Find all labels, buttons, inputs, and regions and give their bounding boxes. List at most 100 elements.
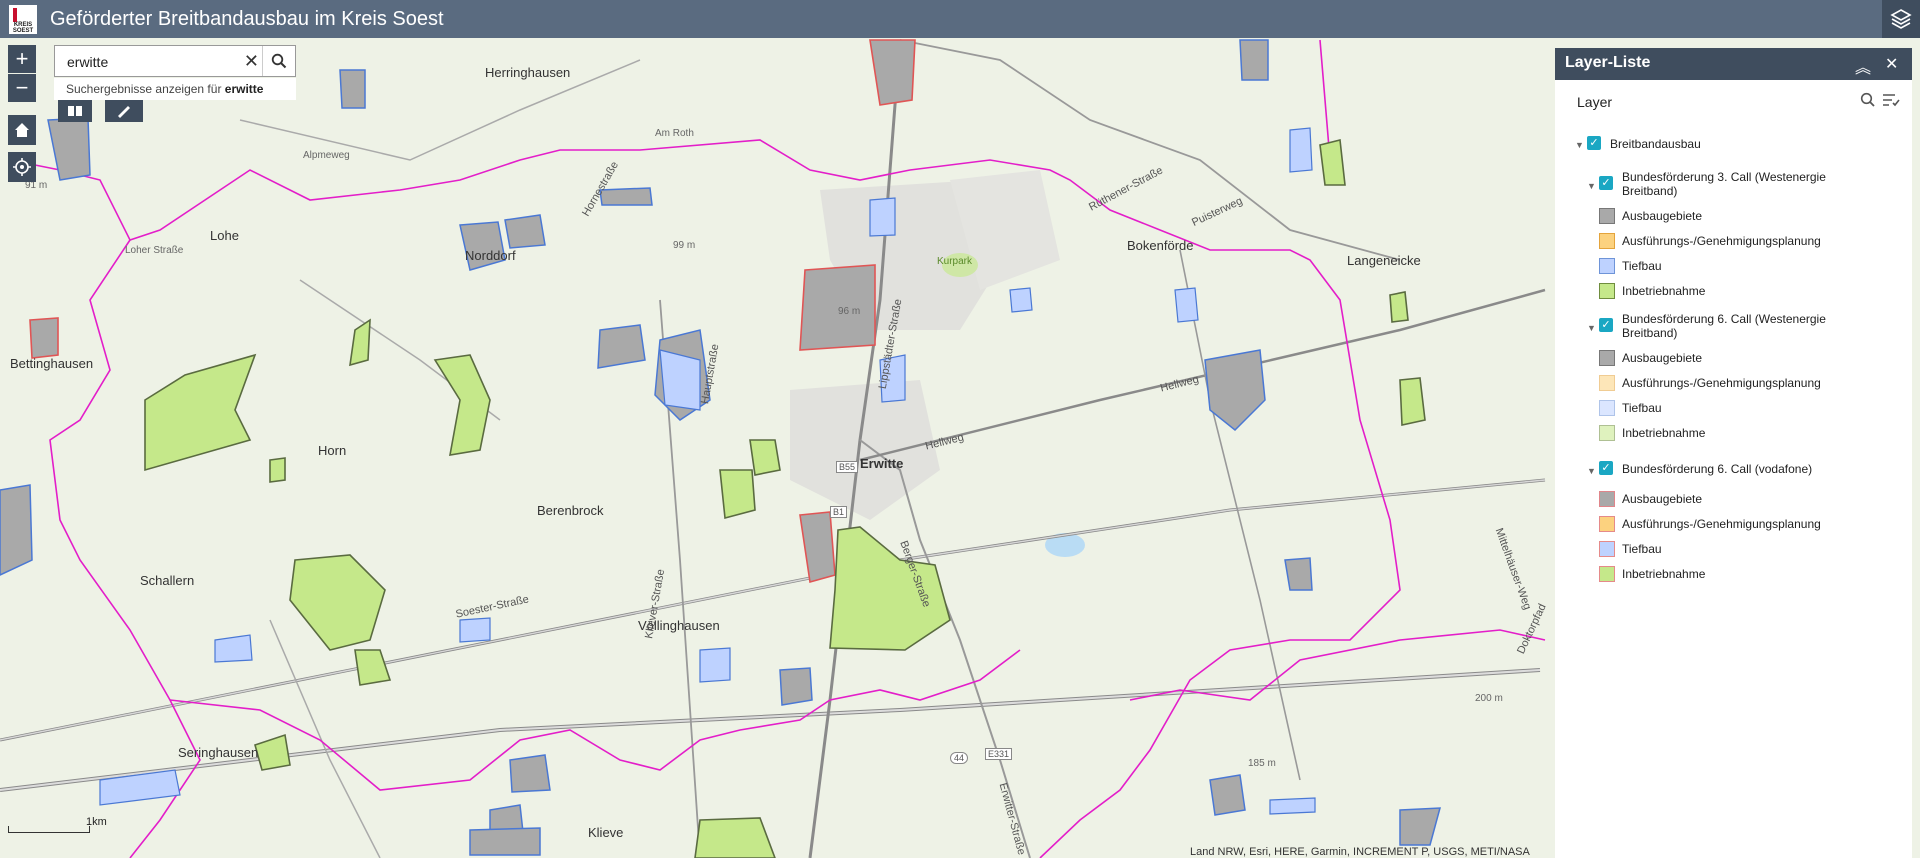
legend-swatch xyxy=(1599,516,1615,532)
locate-button[interactable] xyxy=(8,152,36,182)
legend-label: Ausbaugebiete xyxy=(1622,209,1703,223)
scale-label: 1km xyxy=(86,816,107,828)
search-layers-icon[interactable] xyxy=(1860,92,1876,113)
label-elev-99: 99 m xyxy=(673,240,696,251)
group-1-checkbox[interactable]: ✓ xyxy=(1599,176,1613,190)
search-icon xyxy=(271,53,287,69)
app-title: Geförderter Breitbandausbau im Kreis Soe… xyxy=(50,8,444,30)
label-horn: Horn xyxy=(318,443,347,458)
search-button[interactable] xyxy=(262,46,295,76)
legend-swatch xyxy=(1599,400,1615,416)
legend-label: Tiefbau xyxy=(1622,259,1662,273)
legend-label: Tiefbau xyxy=(1622,542,1662,556)
panel-header: Layer-Liste ︽ ✕ xyxy=(1555,48,1912,80)
label-langeneicke: Langeneicke xyxy=(1347,253,1421,268)
plus-icon: + xyxy=(15,46,29,71)
layers-icon xyxy=(1890,9,1912,29)
root-checkbox[interactable]: ✓ xyxy=(1587,136,1601,150)
home-icon xyxy=(15,123,29,137)
label-b55: B55 xyxy=(836,461,859,473)
legend-swatch xyxy=(1599,375,1615,391)
group-2-label-line1: Bundesförderung 6. Call (Westenergie xyxy=(1622,312,1826,326)
group-2-checkbox[interactable]: ✓ xyxy=(1599,318,1613,332)
layer-subtitle: Layer xyxy=(1577,94,1613,110)
kreis-soest-logo: KREIS SOEST xyxy=(9,5,37,34)
legend-swatch xyxy=(1599,491,1615,507)
legend-label: Inbetriebnahme xyxy=(1622,284,1706,298)
legend-swatch xyxy=(1599,350,1615,366)
label-schallern: Schallern xyxy=(140,573,195,588)
label-erwitte: Erwitte xyxy=(860,456,904,471)
grid-icon xyxy=(68,106,82,116)
label-elev-185: 185 m xyxy=(1248,758,1276,769)
group-1-label-line1: Bundesförderung 3. Call (Westenergie xyxy=(1622,170,1826,184)
locate-icon xyxy=(13,158,31,176)
filter-list-icon[interactable] xyxy=(1882,92,1900,113)
zoom-in-button[interactable]: + xyxy=(8,45,36,73)
legend-label: Ausbaugebiete xyxy=(1622,351,1703,365)
close-icon[interactable]: ✕ xyxy=(1885,54,1898,74)
legend-label: Ausführungs-/Genehmigungsplanung xyxy=(1622,517,1821,531)
label-seringhausen: Seringhausen xyxy=(178,745,259,760)
legend-label: Inbetriebnahme xyxy=(1622,426,1706,440)
group-1-label-line2: Breitband) xyxy=(1622,184,1678,198)
legend-label: Inbetriebnahme xyxy=(1622,567,1706,581)
legend-label: Ausführungs-/Genehmigungsplanung xyxy=(1622,234,1821,248)
label-kurpark: Kurpark xyxy=(937,256,973,267)
map-view[interactable]: Herringhausen Lohe Norddorf Bettinghause… xyxy=(0,38,1555,858)
label-bokenfoerde: Bokenförde xyxy=(1127,238,1194,253)
zoom-out-button[interactable]: − xyxy=(8,74,36,102)
legend-swatch xyxy=(1599,425,1615,441)
map-canvas[interactable] xyxy=(0,38,1555,858)
map-attribution: Land NRW, Esri, HERE, Garmin, INCREMENT … xyxy=(1190,846,1530,858)
legend-swatch xyxy=(1599,541,1615,557)
layer-list-button[interactable] xyxy=(1882,0,1920,38)
legend-swatch xyxy=(1599,283,1615,299)
group-2-label-line2: Breitband) xyxy=(1622,326,1678,340)
basemap-gallery-button[interactable] xyxy=(58,100,92,122)
legend-swatch xyxy=(1599,566,1615,582)
logo-line2: SOEST xyxy=(12,28,34,34)
group-3-checkbox[interactable]: ✓ xyxy=(1599,461,1613,475)
legend-swatch xyxy=(1599,208,1615,224)
minus-icon: − xyxy=(15,75,29,100)
scale-bar: 1km xyxy=(8,816,107,833)
collapse-icon[interactable]: ︽ xyxy=(1855,54,1871,78)
ruler-icon xyxy=(118,106,130,118)
legend-label: Tiefbau xyxy=(1622,401,1662,415)
clear-search-icon[interactable]: ✕ xyxy=(244,51,259,72)
search-input[interactable]: erwitte xyxy=(67,54,108,70)
root-layer-label: Breitbandausbau xyxy=(1610,137,1701,151)
label-herringhausen: Herringhausen xyxy=(485,65,571,80)
measure-button[interactable] xyxy=(105,100,143,122)
legend-swatch xyxy=(1599,233,1615,249)
label-bettinghausen: Bettinghausen xyxy=(10,356,94,371)
expand-root-icon[interactable]: ▼ xyxy=(1575,140,1584,150)
label-b1: B1 xyxy=(830,506,848,518)
label-klieve: Klieve xyxy=(588,825,624,840)
label-elev-96: 96 m xyxy=(838,306,861,317)
panel-title: Layer-Liste xyxy=(1565,54,1651,71)
label-berenbrock: Berenbrock xyxy=(537,503,604,518)
search-box[interactable]: erwitte ✕ xyxy=(54,45,296,77)
expand-group-2-icon[interactable]: ▼ xyxy=(1587,323,1596,333)
expand-group-3-icon[interactable]: ▼ xyxy=(1587,466,1596,476)
suggestion-term: erwitte xyxy=(224,82,264,96)
label-e331: E331 xyxy=(985,748,1013,760)
home-button[interactable] xyxy=(8,115,36,145)
label-loher-strasse: Loher Straße xyxy=(125,245,184,256)
app-header: KREIS SOEST Geförderter Breitbandausbau i… xyxy=(0,0,1920,38)
legend-swatch xyxy=(1599,258,1615,274)
layer-list-panel: Layer-Liste ︽ ✕ Layer ▼ ✓ Breitbandausba… xyxy=(1555,48,1912,858)
legend-label: Ausbaugebiete xyxy=(1622,492,1703,506)
legend-label: Ausführungs-/Genehmigungsplanung xyxy=(1622,376,1821,390)
label-am-roth: Am Roth xyxy=(655,128,694,139)
label-elev-200: 200 m xyxy=(1475,693,1503,704)
expand-group-1-icon[interactable]: ▼ xyxy=(1587,181,1596,191)
label-alpmeweg: Alpmeweg xyxy=(303,150,350,161)
group-3-label: Bundesförderung 6. Call (vodafone) xyxy=(1622,462,1813,476)
label-lohe: Lohe xyxy=(210,228,239,243)
search-suggestion[interactable]: Suchergebnisse anzeigen für erwitte xyxy=(54,78,296,100)
label-norddorf: Norddorf xyxy=(465,248,516,263)
suggestion-prefix: Suchergebnisse anzeigen für xyxy=(66,82,222,96)
